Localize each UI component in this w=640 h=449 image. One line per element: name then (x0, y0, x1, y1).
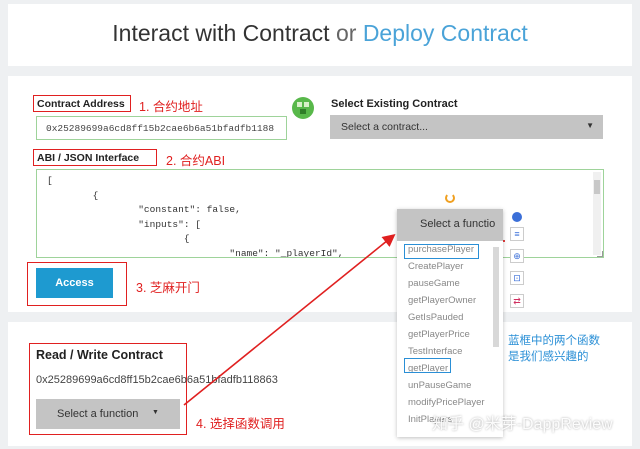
watermark: 知乎 @米芽-DappReview (432, 416, 613, 433)
arrow-to-dropdown (183, 233, 396, 406)
annotation-arrows (183, 233, 505, 406)
dropdown-scrollbar[interactable] (493, 245, 499, 431)
dropdown-item[interactable]: getPlayerPrice (408, 329, 470, 340)
dropdown-item[interactable]: pauseGame (408, 278, 460, 289)
dropdown-item[interactable]: TestInterface (408, 346, 462, 357)
highlight-getplayer (404, 358, 451, 373)
dropdown-item[interactable]: unPauseGame (408, 380, 471, 391)
blue-note: 蓝框中的两个函数 是我们感兴趣的 (508, 335, 600, 363)
zoom-icon[interactable]: ⊕ (510, 249, 524, 263)
refresh-icon[interactable] (445, 193, 455, 203)
dropdown-item[interactable]: modifyPricePlayer (408, 397, 485, 408)
dropdown-item[interactable]: CreatePlayer (408, 261, 463, 272)
share-icon[interactable]: ⇄ (510, 294, 524, 308)
dropdown-items: purchasePlayer CreatePlayer pauseGame getPl… (408, 244, 498, 434)
highlight-purchaseplayer (404, 244, 479, 259)
tool-circle-icon[interactable] (512, 212, 522, 222)
crop-icon[interactable]: ⊡ (510, 271, 524, 285)
dropdown-header[interactable]: Select a functio (397, 209, 503, 241)
layers-icon[interactable]: ≡ (510, 227, 524, 241)
dropdown-item[interactable]: getPlayerOwner (408, 295, 476, 306)
dropdown-item[interactable]: GetIsPauded (408, 312, 463, 323)
